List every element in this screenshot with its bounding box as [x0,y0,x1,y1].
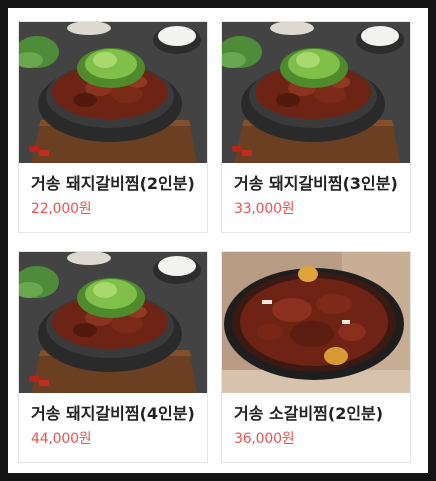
product-grid: 거송 돼지갈비찜(2인분) 22,000원 거송 돼지갈비찜(3인분) 33,0… [8,8,428,473]
product-price: 33,000원 [234,201,295,217]
product-price: 22,000원 [31,201,92,217]
product-name[interactable]: 거송 돼지갈비찜(3인분) [234,174,400,194]
product-card[interactable]: 거송 돼지갈비찜(2인분) 22,000원 [18,21,208,233]
product-name[interactable]: 거송 소갈비찜(2인분) [234,404,400,424]
product-card[interactable]: 거송 돼지갈비찜(4인분) 44,000원 [18,251,208,463]
product-name[interactable]: 거송 돼지갈비찜(2인분) [31,174,197,194]
product-card[interactable]: 거송 돼지갈비찜(3인분) 33,000원 [221,21,411,233]
product-image[interactable] [222,252,410,393]
product-card[interactable]: 거송 소갈비찜(2인분) 36,000원 [221,251,411,463]
product-price: 36,000원 [234,431,295,447]
product-price: 44,000원 [31,431,92,447]
product-name[interactable]: 거송 돼지갈비찜(4인분) [31,404,197,424]
product-image[interactable] [222,22,410,163]
product-image[interactable] [19,22,207,163]
product-image[interactable] [19,252,207,393]
